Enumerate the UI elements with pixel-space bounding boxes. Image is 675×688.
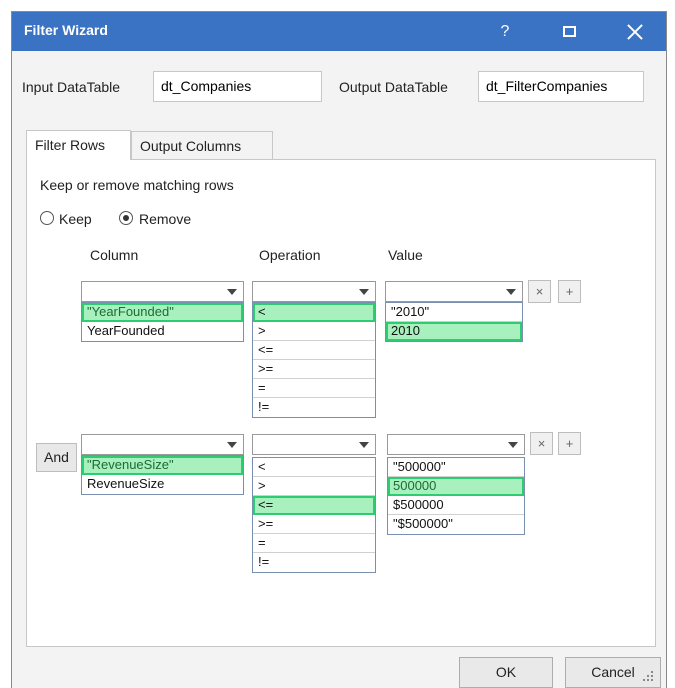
- output-datatable-label: Output DataTable: [339, 79, 448, 95]
- row1-operation-option[interactable]: >: [253, 322, 375, 341]
- close-icon: [627, 24, 643, 40]
- row2-remove-button[interactable]: ×: [530, 432, 553, 455]
- output-datatable-field[interactable]: dt_FilterCompanies: [478, 71, 644, 102]
- column-header: Column: [90, 247, 139, 263]
- close-button[interactable]: [612, 12, 658, 51]
- row2-operation-option[interactable]: >: [253, 477, 375, 496]
- row1-add-button[interactable]: +: [558, 280, 581, 303]
- maximize-icon: [562, 26, 576, 37]
- row2-value-list: "500000" 500000 $500000 "$500000": [387, 457, 525, 535]
- chevron-down-icon: [359, 289, 369, 295]
- row1-value-option[interactable]: "2010": [386, 303, 522, 322]
- row1-operation-option[interactable]: !=: [253, 398, 375, 417]
- row1-operation-option[interactable]: >=: [253, 360, 375, 379]
- row2-column-dropdown[interactable]: [81, 434, 244, 455]
- row1-value-option-highlighted[interactable]: 2010: [386, 322, 522, 341]
- chevron-down-icon: [227, 442, 237, 448]
- row1-operation-list: < > <= >= = !=: [252, 302, 376, 418]
- chevron-down-icon: [227, 289, 237, 295]
- row1-value-list: "2010" 2010: [385, 302, 523, 342]
- row1-column-list: "YearFounded" YearFounded: [81, 302, 244, 342]
- keep-label: Keep: [59, 211, 92, 227]
- input-datatable-field[interactable]: dt_Companies: [153, 71, 322, 102]
- row2-value-option[interactable]: $500000: [388, 496, 524, 515]
- row1-column-option[interactable]: YearFounded: [82, 322, 243, 341]
- row2-operation-option[interactable]: >=: [253, 515, 375, 534]
- row1-remove-button[interactable]: ×: [528, 280, 551, 303]
- help-button[interactable]: ?: [482, 12, 528, 51]
- row1-column-dropdown[interactable]: [81, 281, 244, 302]
- row2-add-button[interactable]: +: [558, 432, 581, 455]
- chevron-down-icon: [506, 289, 516, 295]
- row2-column-option-highlighted[interactable]: "RevenueSize": [82, 456, 243, 475]
- chevron-down-icon: [359, 442, 369, 448]
- row1-operation-option-highlighted[interactable]: <: [253, 303, 375, 322]
- value-header: Value: [388, 247, 423, 263]
- row2-column-list: "RevenueSize" RevenueSize: [81, 455, 244, 495]
- input-datatable-label: Input DataTable: [22, 79, 121, 95]
- tab-filter-rows[interactable]: Filter Rows: [26, 130, 131, 160]
- operation-header: Operation: [259, 247, 321, 263]
- maximize-button[interactable]: [546, 12, 592, 51]
- resize-grip-icon[interactable]: [643, 671, 655, 683]
- chevron-down-icon: [508, 442, 518, 448]
- row2-column-option[interactable]: RevenueSize: [82, 475, 243, 494]
- and-operator-button[interactable]: And: [36, 443, 77, 472]
- row2-operation-option[interactable]: <: [253, 458, 375, 477]
- title-bar[interactable]: Filter Wizard ?: [12, 12, 666, 51]
- row2-operation-list: < > <= >= = !=: [252, 457, 376, 573]
- row2-operation-option[interactable]: =: [253, 534, 375, 553]
- row2-operation-dropdown[interactable]: [252, 434, 376, 455]
- row1-value-dropdown[interactable]: [385, 281, 523, 302]
- row1-operation-option[interactable]: <=: [253, 341, 375, 360]
- row2-operation-option-highlighted[interactable]: <=: [253, 496, 375, 515]
- keep-radio[interactable]: [40, 211, 54, 225]
- row2-value-option-highlighted[interactable]: 500000: [388, 477, 524, 496]
- tab-output-columns[interactable]: Output Columns: [131, 131, 273, 160]
- ok-button[interactable]: OK: [459, 657, 553, 688]
- row1-column-option-highlighted[interactable]: "YearFounded": [82, 303, 243, 322]
- window-title: Filter Wizard: [24, 22, 108, 38]
- remove-radio[interactable]: [119, 211, 133, 225]
- row2-operation-option[interactable]: !=: [253, 553, 375, 572]
- remove-label: Remove: [139, 211, 192, 227]
- filter-wizard-window: Filter Wizard ? Input DataTable dt_Compa…: [11, 11, 667, 688]
- row2-value-option[interactable]: "500000": [388, 458, 524, 477]
- row2-value-option[interactable]: "$500000": [388, 515, 524, 534]
- row2-value-dropdown[interactable]: [387, 434, 525, 455]
- filter-heading: Keep or remove matching rows: [40, 177, 234, 193]
- row1-operation-dropdown[interactable]: [252, 281, 376, 302]
- row1-operation-option[interactable]: =: [253, 379, 375, 398]
